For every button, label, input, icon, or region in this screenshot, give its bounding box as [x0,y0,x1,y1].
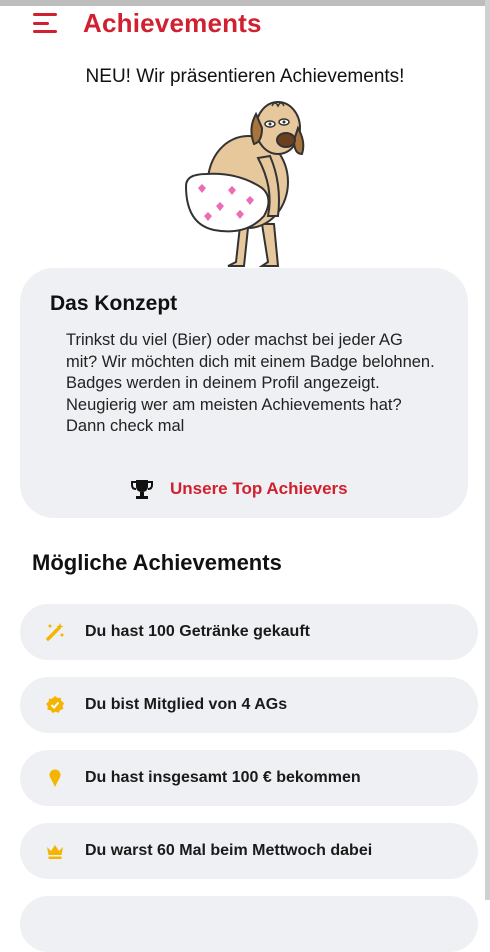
crown-icon [44,840,66,862]
magic-wand-icon [44,621,66,643]
intro-text: NEU! Wir präsentieren Achievements! [85,66,405,87]
ice-cream-icon [44,767,66,789]
top-achievers-link[interactable]: Unsere Top Achievers [130,478,348,500]
achievement-item[interactable] [20,896,478,952]
concept-card: Das Konzept Trinkst du viel (Bier) oder … [20,268,468,518]
app-header: Achievements [0,6,485,40]
achievement-label: Du warst 60 Mal beim Mettwoch dabei [85,842,373,859]
verified-badge-icon [44,694,66,716]
achievement-item[interactable]: Du hast insgesamt 100 € bekommen [20,750,478,806]
achievement-label: Du bist Mitglied von 4 AGs [85,696,288,713]
concept-text: Trinkst du viel (Bier) oder machst bei j… [66,331,435,435]
top-achievers-label: Unsere Top Achievers [170,479,348,498]
achievement-item[interactable]: Du bist Mitglied von 4 AGs [20,677,478,733]
mascot-illustration [184,101,305,267]
achievement-item[interactable]: Du warst 60 Mal beim Mettwoch dabei [20,823,478,879]
trophy-icon [131,480,153,499]
achievements-section-title: Mögliche Achievements [32,550,282,575]
concept-title: Das Konzept [50,292,178,315]
page-title: Achievements [83,7,262,38]
achievement-item[interactable]: Du hast 100 Getränke gekauft [20,604,478,660]
hamburger-menu-icon[interactable] [33,13,59,33]
achievement-label: Du hast 100 Getränke gekauft [85,623,310,640]
scrollbar[interactable] [485,0,490,900]
achievement-label: Du hast insgesamt 100 € bekommen [85,769,361,786]
